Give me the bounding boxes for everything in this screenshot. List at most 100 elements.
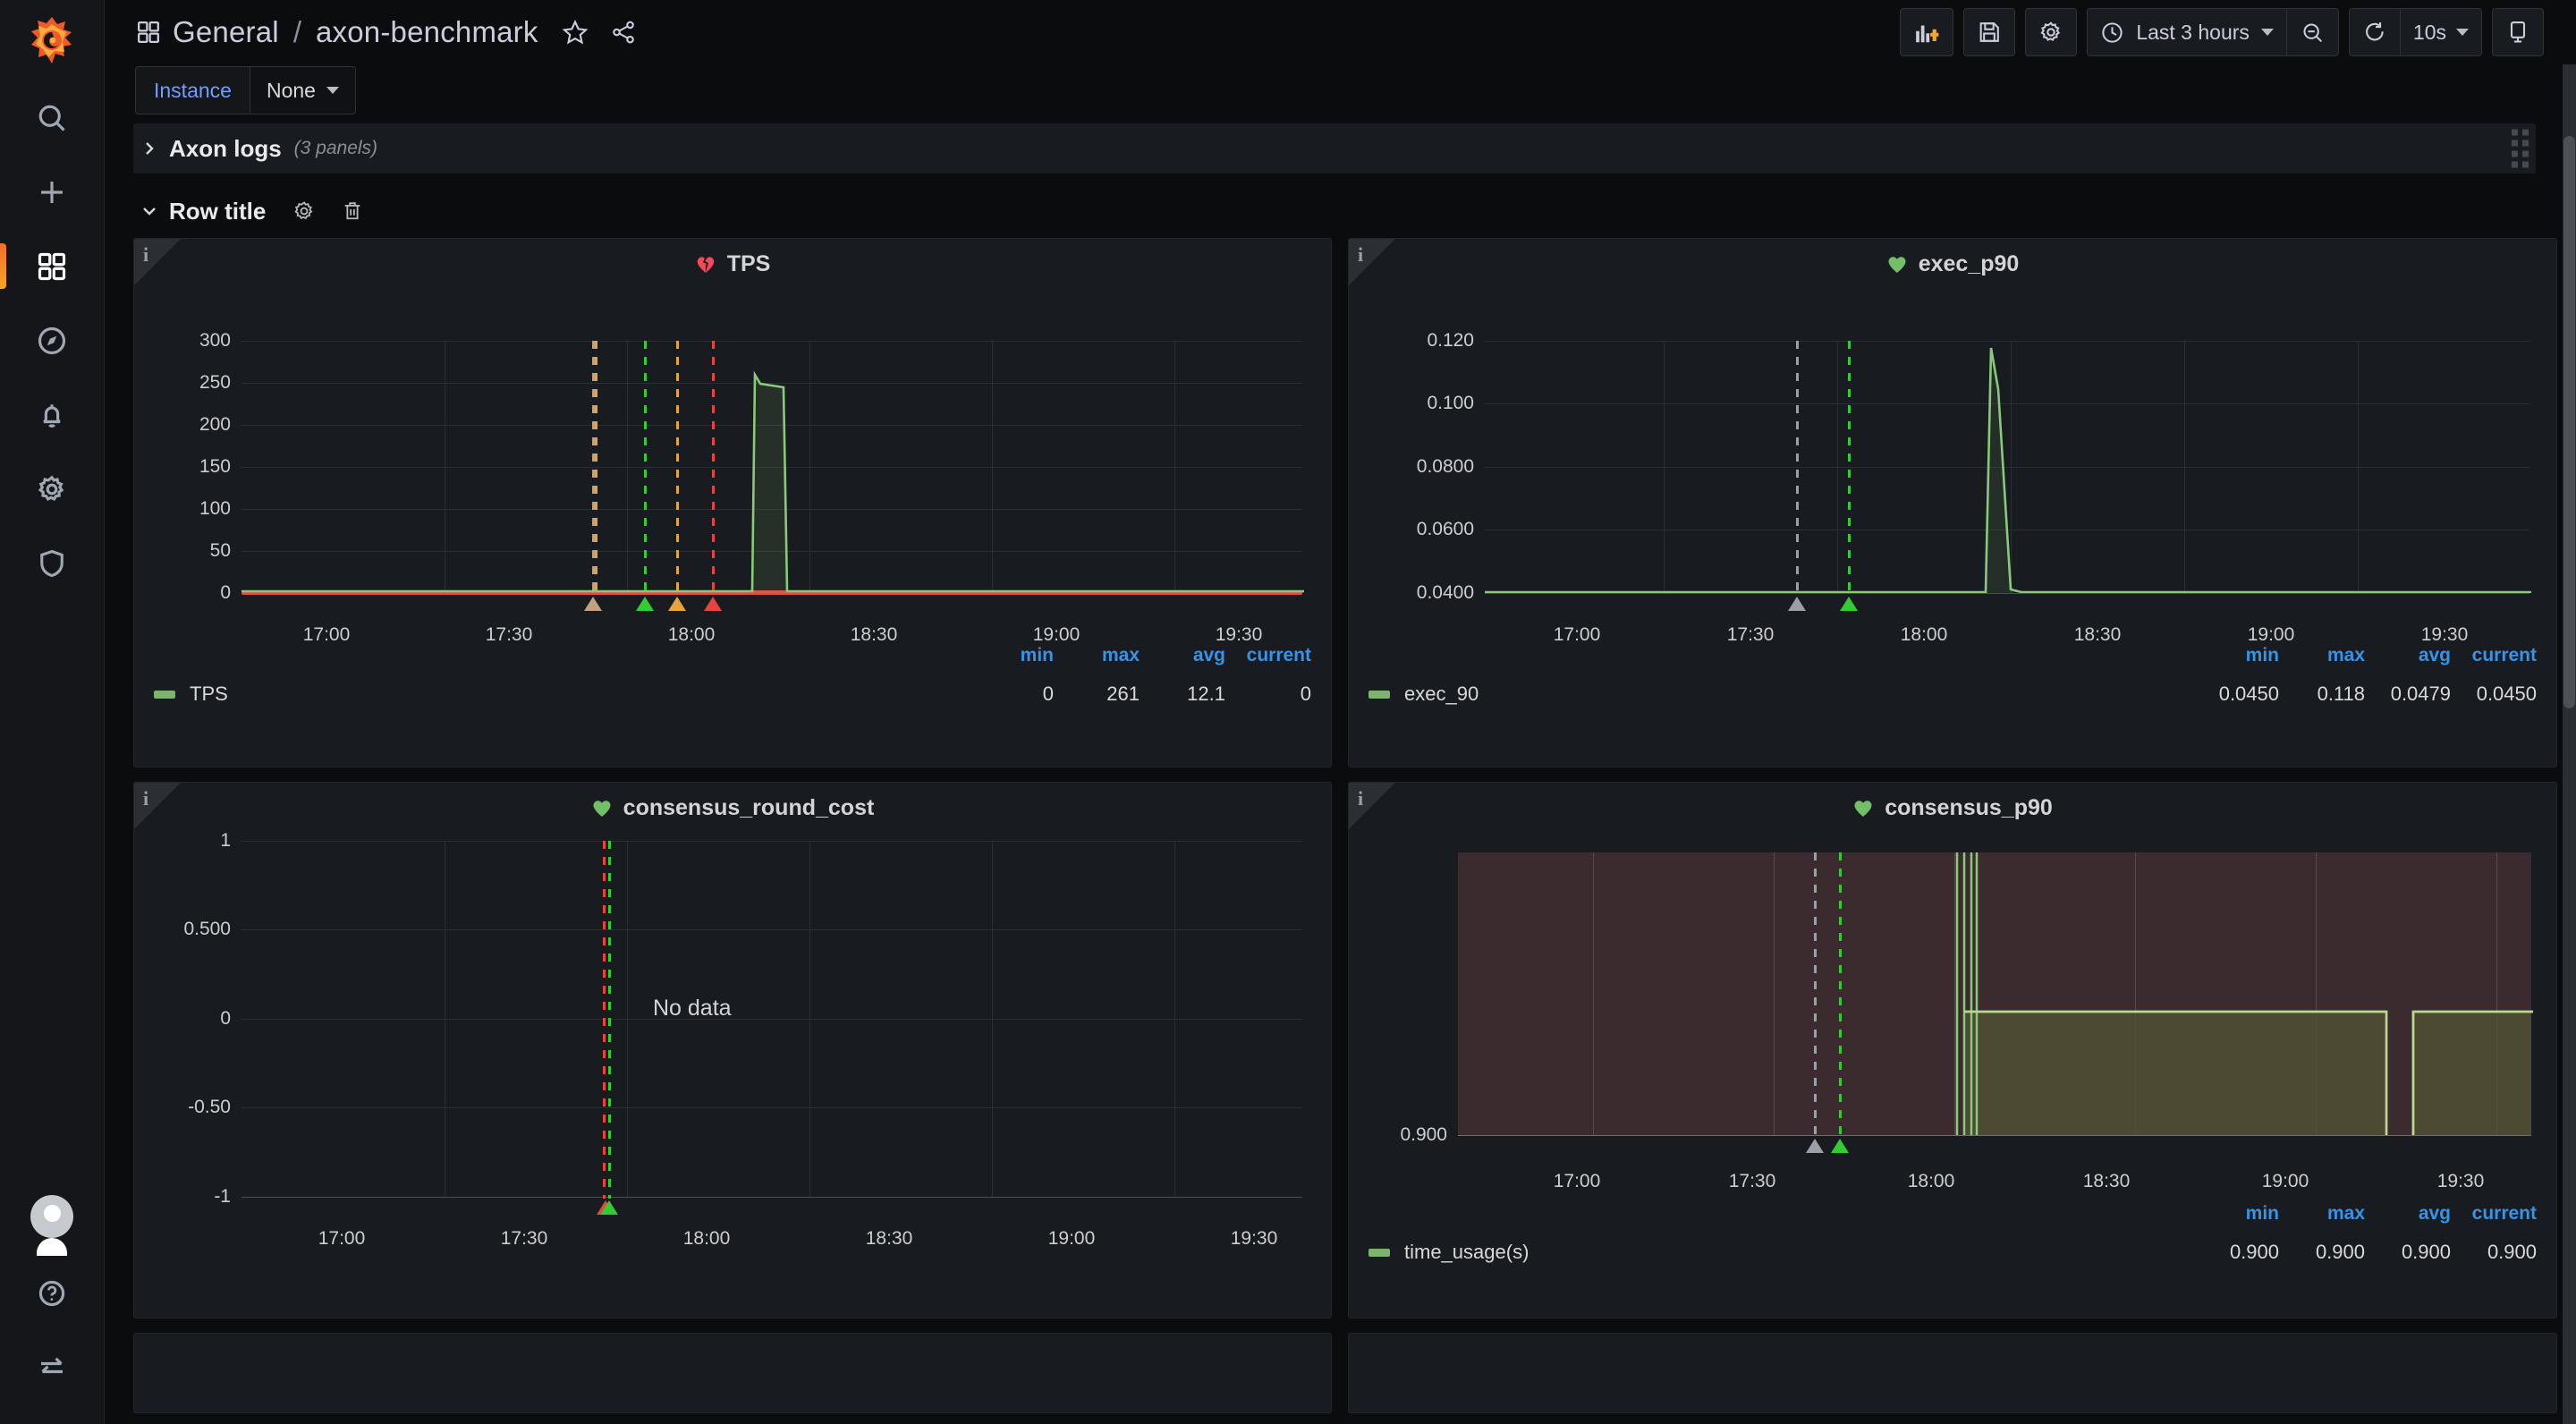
add-panel-button[interactable] — [1900, 8, 1953, 56]
page-scrollbar-track[interactable] — [2563, 64, 2576, 1424]
legend-color-swatch[interactable] — [154, 691, 175, 699]
star-icon — [562, 19, 589, 46]
y-tick: 1 — [134, 830, 231, 852]
star-dashboard-button[interactable] — [562, 19, 589, 46]
legend-header-avg[interactable]: avg — [2365, 1203, 2451, 1225]
panel-title-tps[interactable]: TPS — [134, 239, 1331, 289]
annotation-line — [608, 841, 611, 1199]
legend-series-name[interactable]: time_usage(s) — [1404, 1241, 1529, 1264]
info-icon[interactable]: i — [143, 243, 148, 267]
panel-next-row-right[interactable] — [1348, 1333, 2557, 1413]
sidebar-item-explore[interactable] — [0, 303, 105, 377]
x-tick: 18:30 — [866, 1228, 913, 1250]
info-icon[interactable]: i — [1358, 243, 1363, 267]
annotation-marker[interactable] — [1831, 1139, 1849, 1153]
annotation-marker[interactable] — [668, 597, 686, 611]
annotation-marker[interactable] — [1840, 597, 1858, 611]
sidebar-item-dashboards[interactable] — [0, 229, 105, 303]
sidebar-item-alerting[interactable] — [0, 377, 105, 452]
annotation-marker[interactable] — [704, 597, 722, 611]
legend-color-swatch[interactable] — [1368, 691, 1390, 699]
sidebar-item-create[interactable] — [0, 155, 105, 229]
save-dashboard-button[interactable] — [1963, 8, 2015, 56]
chart-tps[interactable]: 300 250 200 150 100 50 0 — [134, 289, 1331, 611]
annotation-marker[interactable] — [1788, 597, 1806, 611]
heart-broken-icon — [695, 254, 716, 274]
row-drag-handle[interactable] — [2512, 130, 2529, 168]
annotation-marker[interactable] — [1806, 1139, 1824, 1153]
legend-header-max[interactable]: max — [2279, 645, 2365, 666]
save-disk-icon — [1977, 20, 2002, 45]
panel-title-consensus-round-cost[interactable]: consensus_round_cost — [134, 783, 1331, 833]
legend-tps: min max avg current TPS 0 261 12.1 0 — [134, 645, 1331, 720]
row-delete-button[interactable] — [341, 199, 364, 223]
panel-title-exec-p90[interactable]: exec_p90 — [1349, 239, 2556, 289]
legend-header-max[interactable]: max — [2279, 1203, 2365, 1225]
annotation-marker[interactable] — [600, 1200, 618, 1215]
chart-exec-p90[interactable]: 0.120 0.100 0.0800 0.0600 0.0400 — [1349, 289, 2556, 611]
legend-headers: min max avg current — [1368, 1203, 2537, 1225]
info-icon[interactable]: i — [143, 787, 148, 810]
legend-header-min[interactable]: min — [968, 645, 1054, 666]
variable-select-instance[interactable]: None — [250, 66, 356, 114]
panel-consensus-p90[interactable]: i consensus_p90 0.900 — [1348, 782, 2557, 1318]
dashboard-canvas: Axon logs (3 panels) Row title — [105, 116, 2563, 1424]
x-tick: 18:00 — [1908, 1171, 1955, 1192]
legend-series-row[interactable]: time_usage(s) 0.900 0.900 0.900 0.900 — [1368, 1241, 2537, 1264]
panel-title-text: consensus_round_cost — [623, 795, 875, 821]
grafana-logo[interactable] — [0, 0, 105, 81]
page-scrollbar-thumb[interactable] — [2563, 136, 2575, 708]
variable-label-instance[interactable]: Instance — [135, 66, 250, 114]
legend-series-name[interactable]: TPS — [190, 682, 228, 706]
y-tick: 300 — [134, 330, 231, 352]
series-tps — [242, 341, 1304, 593]
legend-series-name[interactable]: exec_90 — [1404, 682, 1479, 706]
share-dashboard-button[interactable] — [610, 19, 637, 46]
row-settings-button[interactable] — [292, 199, 316, 223]
sidebar-item-expand[interactable] — [0, 1330, 105, 1404]
legend-header-current[interactable]: current — [2451, 1203, 2537, 1225]
legend-header-current[interactable]: current — [1225, 645, 1311, 666]
kiosk-mode-button[interactable] — [2492, 8, 2544, 56]
sidebar-item-search[interactable] — [0, 81, 105, 155]
legend-header-min[interactable]: min — [2193, 1203, 2279, 1225]
refresh-interval-picker[interactable]: 10s — [2401, 8, 2482, 56]
zoom-out-time-button[interactable] — [2287, 8, 2339, 56]
dashboard-row-row-title[interactable]: Row title — [133, 190, 2536, 233]
dashboard-grid-icon — [137, 21, 160, 44]
legend-header-avg[interactable]: avg — [2365, 645, 2451, 666]
panel-exec-p90[interactable]: i exec_p90 0.120 0.100 0.0800 0.0600 0.0… — [1348, 238, 2557, 767]
refresh-icon — [2362, 20, 2387, 45]
legend-series-row[interactable]: exec_90 0.0450 0.118 0.0479 0.0450 — [1368, 682, 2537, 706]
panel-next-row-left[interactable] — [133, 1333, 1332, 1413]
breadcrumb-dashboard-title[interactable]: axon-benchmark — [316, 15, 538, 49]
dashboard-settings-button[interactable] — [2025, 8, 2077, 56]
annotation-marker[interactable] — [584, 597, 602, 611]
dashboard-row-axon-logs[interactable]: Axon logs (3 panels) — [133, 123, 2536, 174]
legend-header-max[interactable]: max — [1054, 645, 1140, 666]
annotation-marker[interactable] — [636, 597, 654, 611]
chart-consensus-p90[interactable]: 0.900 — [1349, 833, 2556, 1191]
time-range-picker[interactable]: Last 3 hours — [2087, 8, 2287, 56]
panel-title-consensus-p90[interactable]: consensus_p90 — [1349, 783, 2556, 833]
legend-header-min[interactable]: min — [2193, 645, 2279, 666]
panel-consensus-round-cost[interactable]: i consensus_round_cost 1 0.500 0 -0.50 -… — [133, 782, 1332, 1318]
chart-consensus-round-cost[interactable]: 1 0.500 0 -0.50 -1 No data — [134, 833, 1331, 1271]
sidebar-item-help[interactable] — [0, 1256, 105, 1330]
panel-tps[interactable]: i TPS 300 250 200 150 100 50 0 — [133, 238, 1332, 767]
legend-value-avg: 0.900 — [2365, 1241, 2451, 1264]
legend-series-row[interactable]: TPS 0 261 12.1 0 — [154, 682, 1311, 706]
legend-value-max: 0.118 — [2279, 682, 2365, 706]
refresh-dashboard-button[interactable] — [2349, 8, 2401, 56]
sidebar-item-configuration[interactable] — [0, 452, 105, 526]
breadcrumb-folder[interactable]: General — [173, 15, 279, 49]
info-icon[interactable]: i — [1358, 787, 1363, 810]
legend-header-avg[interactable]: avg — [1140, 645, 1225, 666]
sidebar-item-server-admin[interactable] — [0, 526, 105, 600]
legend-headers: min max avg current — [154, 645, 1311, 666]
legend-header-current[interactable]: current — [2451, 645, 2537, 666]
x-tick: 19:30 — [1216, 624, 1263, 646]
gear-icon — [2038, 20, 2063, 45]
legend-color-swatch[interactable] — [1368, 1249, 1390, 1257]
sidebar-item-user[interactable] — [0, 1182, 105, 1256]
